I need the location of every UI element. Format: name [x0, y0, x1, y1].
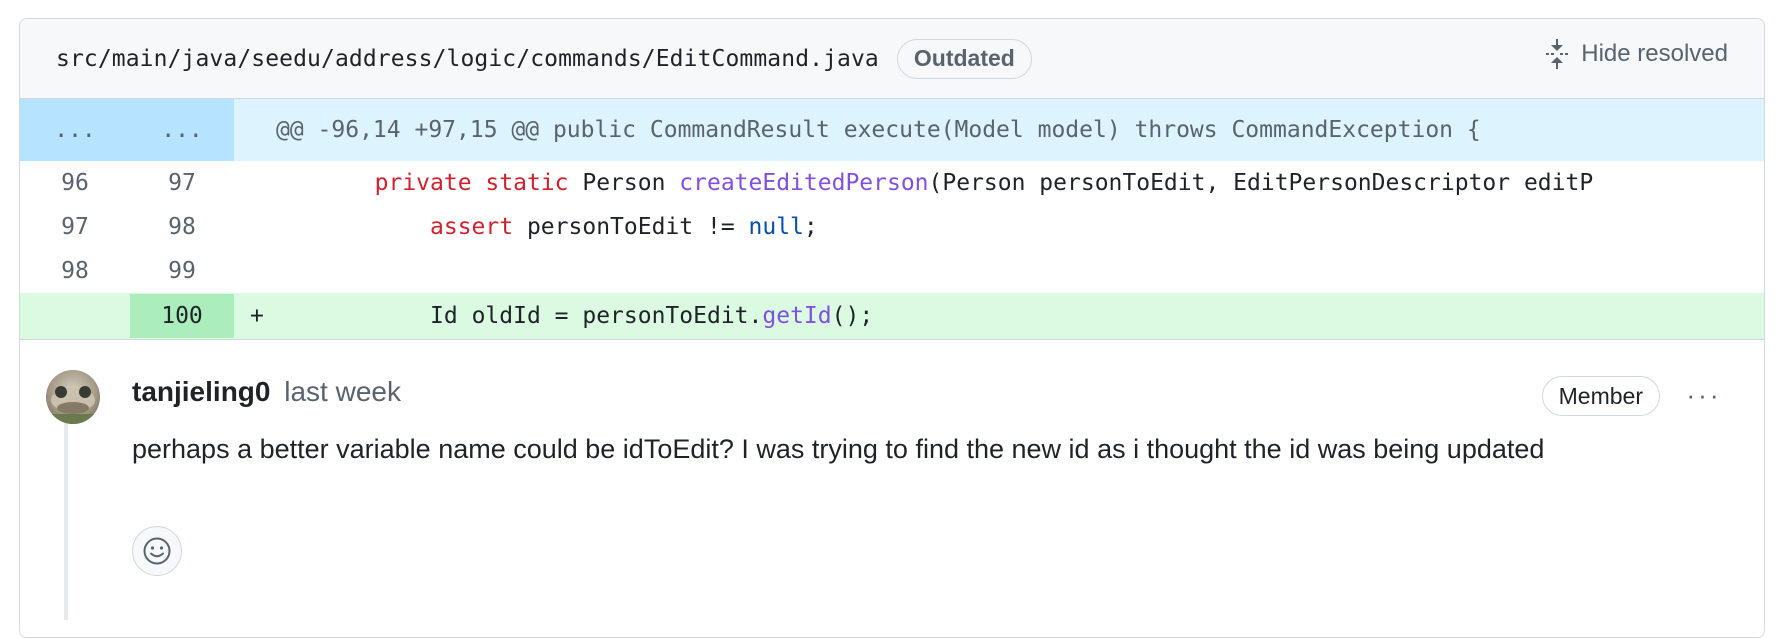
hunk-expand-old[interactable]: ...: [20, 99, 130, 161]
comment-section: tanjieling0 last week Member ··· perhaps…: [20, 339, 1764, 620]
diff-line: 98 99: [20, 249, 1764, 293]
review-thread-card: src/main/java/seedu/address/logic/comman…: [19, 18, 1765, 638]
file-header: src/main/java/seedu/address/logic/comman…: [20, 19, 1764, 99]
code-literal: null: [748, 214, 804, 240]
hunk-expand-new[interactable]: ...: [130, 99, 234, 161]
new-line-number[interactable]: 98: [130, 205, 234, 249]
code-keyword: assert: [430, 214, 514, 240]
hunk-header-row[interactable]: ... ... @@ -96,14 +97,15 @@ public Comma…: [20, 99, 1764, 161]
timestamp-link[interactable]: last week: [284, 376, 401, 407]
code-text: personToEdit !=: [513, 214, 749, 240]
code-line: assert personToEdit != null;: [234, 214, 1764, 240]
new-line-number[interactable]: 99: [130, 249, 234, 293]
hide-resolved-label: Hide resolved: [1581, 40, 1728, 67]
more-options-button[interactable]: ···: [1682, 378, 1726, 412]
diff-table: ... ... @@ -96,14 +97,15 @@ public Comma…: [20, 99, 1764, 339]
old-line-number[interactable]: 96: [20, 161, 130, 205]
code-text: (Person personToEdit, EditPersonDescript…: [928, 170, 1594, 196]
code-line: private static Person createEditedPerson…: [234, 170, 1764, 196]
comment-header: tanjieling0 last week: [132, 376, 401, 408]
old-line-number[interactable]: 97: [20, 205, 130, 249]
diff-line: 96 97 private static Person createEdited…: [20, 161, 1764, 205]
code-line: + Id oldId = personToEdit.getId();: [234, 303, 1764, 329]
diff-addition-line: 100 + Id oldId = personToEdit.getId();: [20, 293, 1764, 339]
thread-connector-line: [64, 400, 68, 620]
outdated-badge: Outdated: [896, 38, 1032, 79]
code-text: ;: [803, 214, 818, 240]
fold-icon: [1546, 39, 1569, 69]
code-text: Id oldId = personToEdit.: [430, 303, 763, 329]
code-function: getId: [762, 303, 832, 329]
code-text: ();: [831, 303, 874, 329]
author-name-link[interactable]: tanjieling0: [132, 376, 270, 407]
hunk-header-text: @@ -96,14 +97,15 @@ public CommandResult…: [276, 117, 1481, 143]
code-text: Person: [568, 170, 680, 196]
avatar-image: [46, 386, 100, 424]
addition-marker: +: [250, 303, 264, 329]
new-line-number[interactable]: 100: [130, 294, 234, 338]
code-function: createEditedPerson: [679, 170, 929, 196]
file-path-link[interactable]: src/main/java/seedu/address/logic/comman…: [56, 46, 879, 72]
comment-body: perhaps a better variable name could be …: [132, 434, 1545, 464]
old-line-number[interactable]: 98: [20, 249, 130, 293]
new-line-number[interactable]: 97: [130, 161, 234, 205]
avatar[interactable]: [46, 370, 100, 424]
diff-line: 97 98 assert personToEdit != null;: [20, 205, 1764, 249]
old-line-number: [20, 294, 130, 338]
hide-resolved-button[interactable]: Hide resolved: [1545, 39, 1728, 69]
add-reaction-button[interactable]: [132, 526, 182, 576]
code-keyword: private static: [374, 170, 569, 196]
smiley-icon: [143, 537, 171, 565]
member-badge: Member: [1541, 376, 1660, 416]
